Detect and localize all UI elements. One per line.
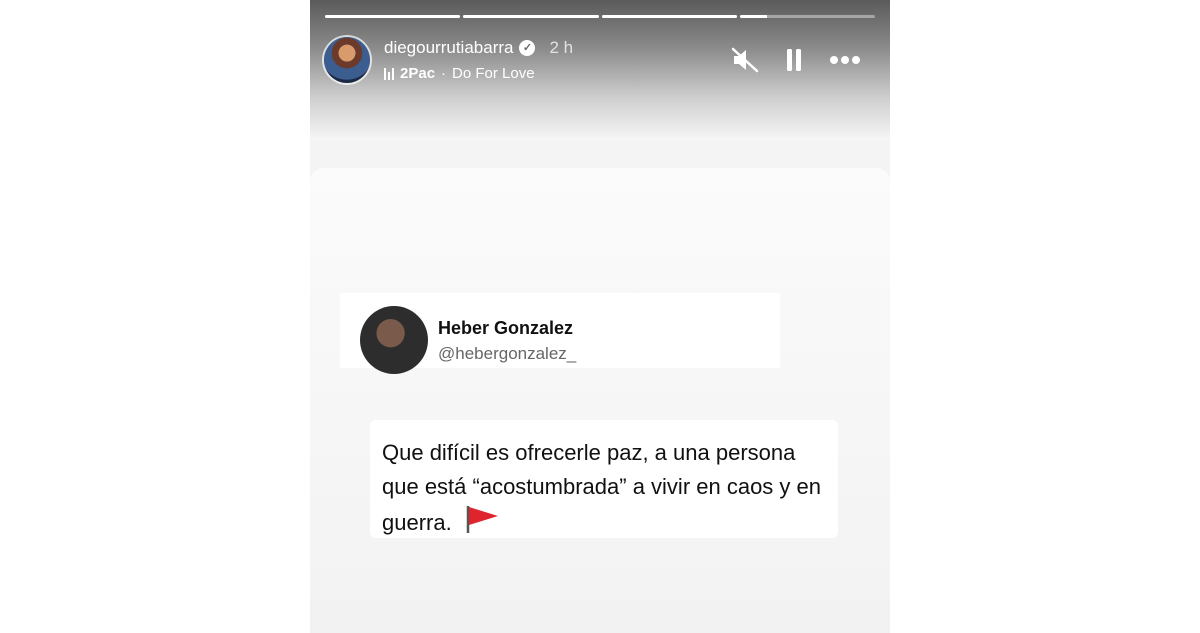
avatar[interactable] [324, 37, 370, 83]
tweet-text: Que difícil es ofrecerle paz, a una pers… [382, 440, 822, 535]
music-bars-icon [384, 67, 394, 80]
progress-segment [601, 15, 737, 18]
story-user[interactable]: diegourrutiabarra ✓ 2 h [384, 38, 573, 58]
story-header: diegourrutiabarra ✓ 2 h 2Pac · Do For Lo… [310, 0, 890, 140]
tweet-author-avatar [360, 306, 428, 374]
music-separator: · [441, 65, 447, 82]
tweet-screenshot [310, 168, 890, 633]
more-options-icon[interactable] [828, 46, 862, 74]
progress-segment [463, 15, 599, 18]
username[interactable]: diegourrutiabarra [384, 38, 513, 58]
story-progress [325, 15, 875, 19]
red-flag-icon [464, 504, 500, 544]
music-song: Do For Love [452, 65, 535, 82]
tweet-author-handle: @hebergonzalez_ [438, 344, 577, 363]
verified-badge-icon: ✓ [519, 40, 536, 56]
tweet-body: Que difícil es ofrecerle paz, a una pers… [382, 436, 822, 544]
progress-segment-current [739, 15, 875, 18]
story-time: 2 h [549, 38, 574, 57]
music-sticker[interactable]: 2Pac · Do For Love [384, 65, 535, 82]
story-viewer: diegourrutiabarra ✓ 2 h 2Pac · Do For Lo… [310, 0, 890, 633]
progress-segment [325, 15, 461, 18]
muted-speaker-icon[interactable] [730, 46, 760, 74]
pause-icon[interactable] [782, 46, 806, 74]
tweet-author-name: Heber Gonzalez [438, 318, 574, 338]
music-artist: 2Pac [400, 65, 436, 82]
